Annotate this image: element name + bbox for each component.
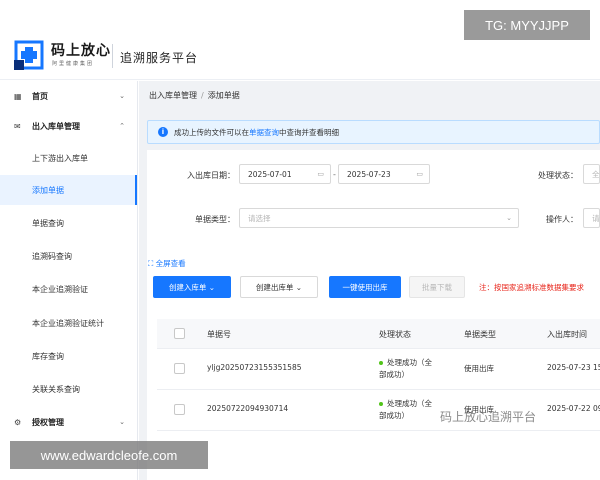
breadcrumb-current: 添加单据 bbox=[207, 91, 240, 100]
status-text-line1: 处理成功（全 bbox=[387, 358, 432, 367]
status-label: 处理状态： bbox=[538, 171, 578, 180]
one-click-outbound-button[interactable]: 一键使用出库 bbox=[329, 276, 401, 298]
brand-subtitle: 阿里健康集团 bbox=[52, 61, 95, 67]
success-dot-icon bbox=[379, 361, 383, 365]
success-dot-icon bbox=[379, 402, 383, 406]
sidebar-item-label: 授权管理 bbox=[32, 417, 64, 427]
brand-watermark: 码上放心追溯平台 bbox=[440, 410, 537, 424]
batch-download-button[interactable]: 批量下载 bbox=[409, 276, 465, 298]
date-range-dash: - bbox=[333, 170, 336, 179]
column-header-status: 处理状态 bbox=[379, 329, 411, 339]
fullscreen-icon: ⛶ bbox=[148, 259, 156, 268]
status-badge: 处理成功（全 部成功） bbox=[379, 357, 449, 381]
operator-label: 操作人： bbox=[546, 215, 578, 224]
doc-type: 使用出库 bbox=[464, 364, 494, 373]
column-header-doc-no: 单据号 bbox=[207, 329, 231, 339]
sidebar-item-label: 关联关系查询 bbox=[32, 384, 80, 394]
sidebar-item-trace-verify-stats[interactable]: 本企业追溯验证统计 bbox=[0, 308, 137, 338]
sidebar-item-label: 本企业追溯验证 bbox=[32, 284, 88, 294]
sidebar-item-label: 首页 bbox=[32, 91, 48, 101]
chevron-down-icon: ⌄ bbox=[119, 418, 125, 426]
status-text-line1: 处理成功（全 bbox=[387, 399, 432, 408]
mail-icon: ✉ bbox=[14, 121, 21, 131]
doc-type-placeholder: 请选择 bbox=[248, 213, 271, 223]
info-icon: i bbox=[158, 127, 168, 137]
alert-text-before: 成功上传的文件可以在 bbox=[174, 127, 249, 137]
chevron-down-icon: ⌄ bbox=[206, 282, 216, 292]
logo-icon bbox=[14, 40, 44, 70]
create-inbound-button[interactable]: 创建入库单 ⌄ bbox=[153, 276, 231, 298]
operator-input[interactable]: 请 bbox=[583, 208, 600, 228]
standard-note: 注：按国家追溯标准数据集要求 bbox=[479, 283, 584, 292]
create-outbound-button[interactable]: 创建出库单 ⌄ bbox=[240, 276, 318, 298]
table-row[interactable]: yljg20250723155351585 处理成功（全 部成功） 使用出库 2… bbox=[157, 349, 600, 390]
status-text-line2: 部成功） bbox=[379, 370, 409, 379]
sidebar-item-trace-code-query[interactable]: 追溯码查询 bbox=[0, 241, 137, 271]
row-checkbox[interactable] bbox=[174, 404, 185, 415]
doc-type-label: 单据类型： bbox=[195, 215, 235, 224]
doc-type-select[interactable]: 请选择 ⌄ bbox=[239, 208, 519, 228]
row-checkbox[interactable] bbox=[174, 363, 185, 374]
column-header-type: 单据类型 bbox=[464, 329, 496, 339]
chevron-down-icon: ⌄ bbox=[506, 214, 512, 222]
fullscreen-link[interactable]: ⛶ 全屏查看 bbox=[148, 258, 186, 269]
doc-number: 20250722094930714 bbox=[207, 404, 289, 413]
sidebar-item-label: 库存查询 bbox=[32, 351, 64, 361]
info-alert: i 成功上传的文件可以在单据查询中查询并查看明细 bbox=[147, 120, 600, 144]
sidebar-item-inout-management[interactable]: ✉ 出入库单管理 ⌃ bbox=[0, 111, 137, 141]
calendar-icon: ▭ bbox=[416, 170, 423, 178]
sidebar-item-home[interactable]: ▦ 首页 ⌄ bbox=[0, 81, 137, 111]
sidebar-item-relation-query[interactable]: 关联关系查询 bbox=[0, 374, 137, 404]
chevron-down-icon: ⌄ bbox=[119, 92, 125, 100]
date-start-value: 2025-07-01 bbox=[248, 169, 292, 179]
doc-time: 2025-07-23 15 bbox=[547, 363, 600, 372]
select-all-checkbox[interactable] bbox=[174, 328, 185, 339]
alert-link-document-query[interactable]: 单据查询 bbox=[249, 128, 279, 137]
sidebar-item-label: 添加单据 bbox=[32, 185, 64, 195]
status-placeholder: 全 bbox=[592, 169, 600, 179]
doc-time: 2025-07-22 09 bbox=[547, 404, 600, 413]
sidebar-item-label: 单据查询 bbox=[32, 218, 64, 228]
sidebar-item-inventory-query[interactable]: 库存查询 bbox=[0, 341, 137, 371]
date-start-input[interactable]: 2025-07-01 ▭ bbox=[239, 164, 331, 184]
table-header: 单据号 处理状态 单据类型 入出库时间 bbox=[157, 319, 600, 349]
column-header-time: 入出库时间 bbox=[547, 329, 587, 339]
status-badge: 处理成功（全 部成功） bbox=[379, 398, 449, 422]
date-range-label: 入出库日期： bbox=[187, 171, 235, 180]
alert-text-after: 中查询并查看明细 bbox=[279, 127, 339, 137]
gear-icon: ⚙ bbox=[14, 417, 22, 427]
breadcrumb-separator: / bbox=[201, 91, 204, 100]
chevron-up-icon: ⌃ bbox=[119, 122, 125, 130]
grid-icon: ▦ bbox=[14, 91, 22, 101]
chevron-down-icon: ⌄ bbox=[293, 282, 303, 292]
operator-placeholder: 请 bbox=[592, 213, 600, 223]
sidebar-item-trace-verify[interactable]: 本企业追溯验证 bbox=[0, 274, 137, 304]
breadcrumb: 出入库单管理 / 添加单据 bbox=[149, 90, 240, 101]
breadcrumb-parent[interactable]: 出入库单管理 bbox=[149, 91, 197, 100]
sidebar-item-label: 出入库单管理 bbox=[32, 121, 80, 131]
sidebar: ▦ 首页 ⌄ ✉ 出入库单管理 ⌃ 上下游出入库单 添加单据 单据查询 追溯码查… bbox=[0, 81, 138, 480]
sidebar-item-document-query[interactable]: 单据查询 bbox=[0, 208, 137, 238]
status-text-line2: 部成功） bbox=[379, 411, 409, 420]
fullscreen-label: 全屏查看 bbox=[155, 259, 186, 268]
sidebar-item-add-document[interactable]: 添加单据 bbox=[0, 175, 137, 205]
brand-name: 码上放心 bbox=[51, 43, 111, 59]
doc-number: yljg20250723155351585 bbox=[207, 363, 302, 372]
date-end-input[interactable]: 2025-07-23 ▭ bbox=[338, 164, 430, 184]
date-end-value: 2025-07-23 bbox=[347, 169, 391, 179]
brand-divider bbox=[112, 44, 113, 68]
alert-text: 成功上传的文件可以在单据查询中查询并查看明细 bbox=[174, 127, 339, 138]
sidebar-item-authorization[interactable]: ⚙ 授权管理 ⌄ bbox=[0, 407, 137, 437]
website-watermark: www.edwardcleofe.com bbox=[10, 441, 208, 469]
telegram-watermark: TG: MYYJJPP bbox=[464, 10, 590, 40]
sidebar-item-label: 上下游出入库单 bbox=[32, 153, 88, 163]
create-inbound-label: 创建入库单 bbox=[168, 282, 207, 292]
status-select[interactable]: 全 bbox=[583, 164, 600, 184]
sidebar-item-label: 追溯码查询 bbox=[32, 251, 72, 261]
calendar-icon: ▭ bbox=[317, 170, 324, 178]
create-outbound-label: 创建出库单 bbox=[255, 282, 294, 292]
sidebar-item-label: 本企业追溯验证统计 bbox=[32, 318, 104, 328]
platform-name: 追溯服务平台 bbox=[120, 51, 199, 65]
sidebar-item-upstream-downstream[interactable]: 上下游出入库单 bbox=[0, 143, 137, 173]
